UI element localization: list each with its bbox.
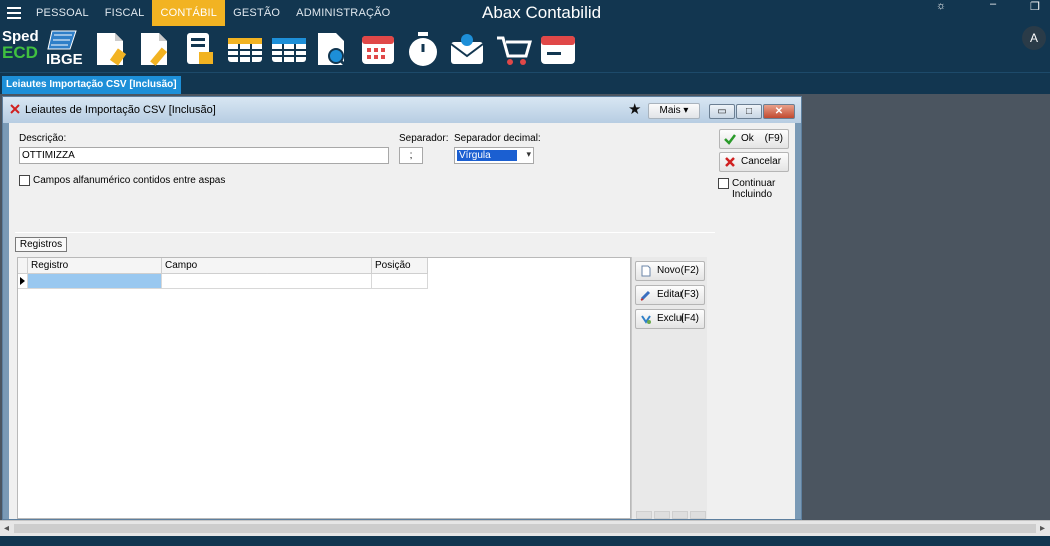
last-page-button[interactable] xyxy=(690,511,706,519)
maximize-icon: □ xyxy=(745,106,753,117)
dialog-close-button[interactable]: ✕ xyxy=(763,104,795,119)
row-indicator-header xyxy=(18,258,28,274)
minimize-icon: ▭ xyxy=(717,106,727,117)
leiautes-dialog: Leiautes de Importação CSV [Inclusão] ★ … xyxy=(2,96,802,520)
mais-button[interactable]: Mais ▾ xyxy=(648,103,700,119)
ok-shortcut: (F9) xyxy=(764,133,783,144)
scroll-right-icon[interactable]: ▸ xyxy=(1040,523,1045,534)
novo-shortcut: (F2) xyxy=(680,265,699,276)
menu-administracao[interactable]: ADMINISTRAÇÃO xyxy=(288,0,398,26)
scrollbar-thumb[interactable] xyxy=(14,524,1036,533)
menu-pessoal[interactable]: PESSOAL xyxy=(28,0,97,26)
document-edit-icon[interactable] xyxy=(93,30,129,68)
cell-posicao[interactable] xyxy=(372,274,428,289)
calculator-doc-icon[interactable] xyxy=(183,30,219,68)
ibge-label: IBGE xyxy=(46,51,83,68)
cancelar-label: Cancelar xyxy=(741,156,782,167)
accessibility-button[interactable]: A xyxy=(1022,26,1046,50)
scissors-icon xyxy=(10,104,20,114)
ecd-label: ECD xyxy=(2,43,38,62)
editar-label: Editar xyxy=(657,289,684,300)
sped-ecd-button[interactable]: Sped ECD xyxy=(2,29,44,67)
column-posicao[interactable]: Posição xyxy=(372,258,428,274)
new-document-icon xyxy=(641,265,651,277)
excluir-button[interactable]: Exclui (F4) xyxy=(635,309,705,329)
separador-decimal-select[interactable]: Vírgula ▾ xyxy=(454,147,534,164)
separador-input[interactable]: ; xyxy=(399,147,423,164)
cancel-icon xyxy=(725,157,735,167)
excluir-shortcut: (F4) xyxy=(680,313,699,324)
star-icon[interactable]: ★ xyxy=(628,102,641,117)
document-pencil-icon[interactable] xyxy=(137,30,173,68)
close-icon: ✕ xyxy=(774,106,784,117)
table-icon[interactable] xyxy=(226,30,262,68)
grid-header: Registro Campo Posição xyxy=(18,258,428,274)
cell-registro[interactable] xyxy=(28,274,162,289)
calendar-icon[interactable] xyxy=(360,30,396,68)
edit-pencil-icon xyxy=(640,290,651,301)
tab-leiautes-importacao[interactable]: Leiautes Importação CSV [Inclusão] xyxy=(2,76,181,94)
separador-label: Separador: xyxy=(399,133,449,144)
chevron-down-icon: ▾ xyxy=(526,149,531,159)
prev-page-button[interactable] xyxy=(654,511,670,519)
restore-window-button[interactable]: ❐ xyxy=(1030,0,1040,14)
descricao-label: Descrição: xyxy=(19,133,67,144)
editar-shortcut: (F3) xyxy=(680,289,699,300)
app-title: Abax Contabilid xyxy=(482,3,602,22)
dialog-titlebar[interactable]: Leiautes de Importação CSV [Inclusão] ★ … xyxy=(3,97,801,123)
cancelar-button[interactable]: Cancelar xyxy=(719,152,789,172)
table-row[interactable] xyxy=(18,274,428,289)
delete-icon xyxy=(641,315,651,324)
registros-grid[interactable]: Registro Campo Posição xyxy=(17,257,631,519)
first-page-button[interactable] xyxy=(636,511,652,519)
current-row-arrow-icon xyxy=(20,277,25,285)
separador-decimal-label: Separador decimal: xyxy=(454,133,541,144)
status-bar xyxy=(0,536,1050,546)
descricao-input[interactable]: OTTIMIZZA xyxy=(19,147,389,164)
ok-label: Ok xyxy=(741,133,754,144)
cart-icon[interactable] xyxy=(495,30,532,68)
novo-button[interactable]: Novo (F2) xyxy=(635,261,705,281)
grid-pager xyxy=(636,511,706,519)
menu-contabil[interactable]: CONTÁBIL xyxy=(152,0,226,26)
mail-icon[interactable] xyxy=(449,30,485,68)
ibge-button[interactable]: IBGE xyxy=(46,29,88,69)
campos-aspas-checkbox[interactable] xyxy=(19,175,30,186)
dialog-body: Descrição: OTTIMIZZA Separador: ; Separa… xyxy=(9,123,795,519)
ibge-map-icon xyxy=(47,30,77,50)
novo-label: Novo xyxy=(657,265,681,276)
separador-decimal-value: Vírgula xyxy=(457,150,517,161)
document-tab-strip: Leiautes Importação CSV [Inclusão] xyxy=(0,72,1050,94)
editar-button[interactable]: Editar (F3) xyxy=(635,285,705,305)
horizontal-scrollbar[interactable]: ◂ ▸ xyxy=(0,520,1050,536)
dialog-window-buttons: ▭ □ ✕ xyxy=(709,104,795,119)
continuar-incluindo-checkbox[interactable] xyxy=(718,178,729,189)
column-campo[interactable]: Campo xyxy=(162,258,372,274)
next-page-button[interactable] xyxy=(672,511,688,519)
report-search-icon[interactable] xyxy=(314,30,350,68)
table-icon-2[interactable] xyxy=(270,30,306,68)
campos-aspas-label: Campos alfanumérico contidos entre aspas xyxy=(33,175,226,186)
column-registro[interactable]: Registro xyxy=(28,258,162,274)
continuar-incluindo-label: Continuar Incluindo xyxy=(732,178,776,200)
wallet-icon[interactable] xyxy=(539,30,575,68)
minimize-window-button[interactable]: – xyxy=(990,0,996,12)
tab-registros[interactable]: Registros xyxy=(15,237,67,252)
dialog-title: Leiautes de Importação CSV [Inclusão] xyxy=(25,104,216,116)
hamburger-menu-icon[interactable] xyxy=(0,0,28,26)
ok-button[interactable]: Ok (F9) xyxy=(719,129,789,149)
check-icon xyxy=(724,134,736,145)
section-divider xyxy=(15,232,715,233)
timer-icon[interactable] xyxy=(405,30,441,68)
scroll-left-icon[interactable]: ◂ xyxy=(4,523,9,534)
grid-actions-panel: Novo (F2) Editar (F3) Exclui (F4) xyxy=(631,257,707,519)
dialog-minimize-button[interactable]: ▭ xyxy=(709,104,735,119)
menu-gestao[interactable]: GESTÃO xyxy=(225,0,288,26)
main-toolbar: Sped ECD IBGE xyxy=(0,26,1050,72)
settings-icon[interactable]: ☼ xyxy=(936,0,946,14)
dialog-maximize-button[interactable]: □ xyxy=(736,104,762,119)
menu-fiscal[interactable]: FISCAL xyxy=(97,0,153,26)
workspace-background xyxy=(806,94,1050,520)
